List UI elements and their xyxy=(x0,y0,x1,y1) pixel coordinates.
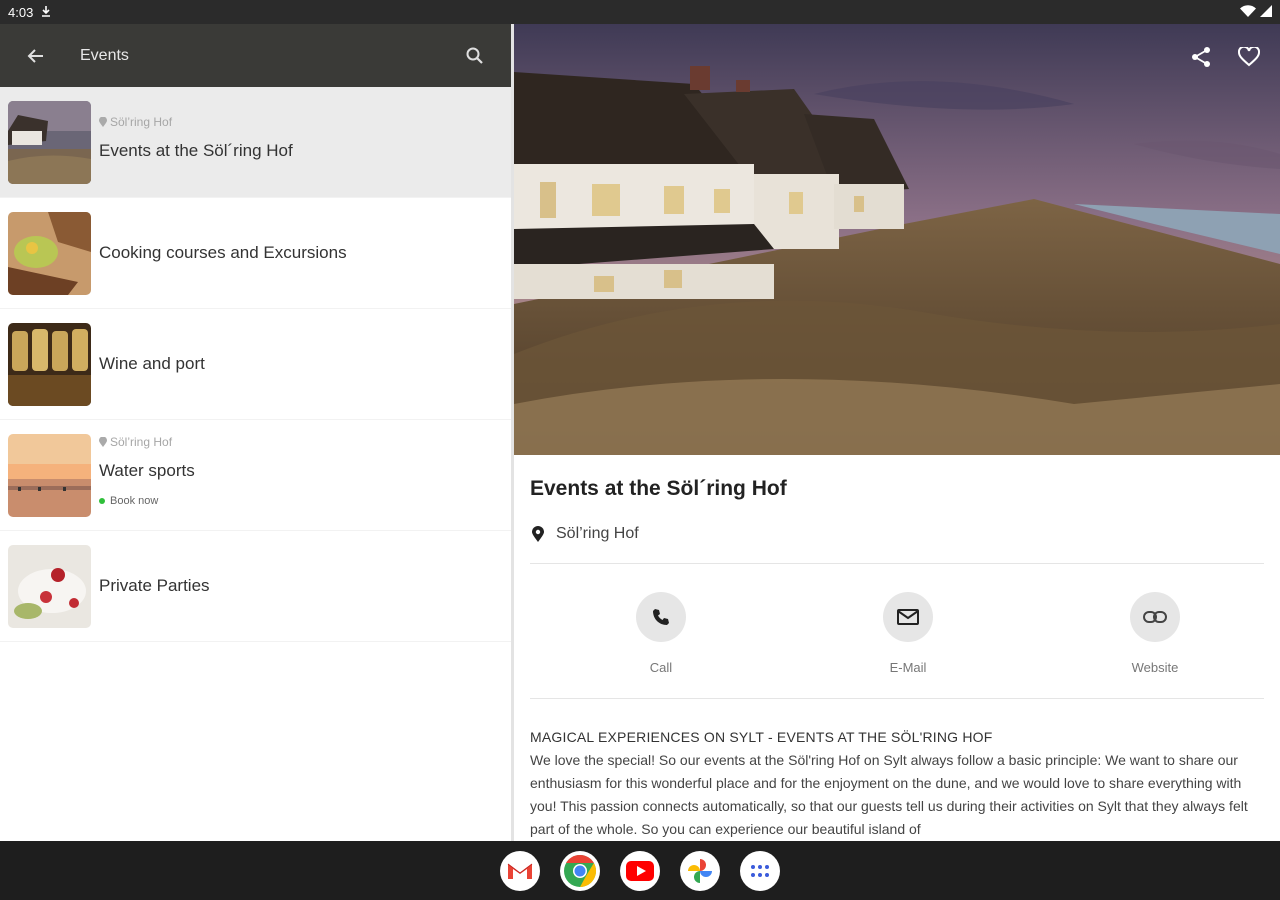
status-time: 4:03 xyxy=(8,4,34,20)
item-title: Cooking courses and Excursions xyxy=(99,243,347,262)
download-icon xyxy=(41,5,51,20)
email-button[interactable]: E-Mail xyxy=(873,592,943,698)
item-location: Söl’ring Hof xyxy=(99,435,195,449)
chrome-icon[interactable] xyxy=(560,850,600,891)
event-detail: Events at the Söl´ring Hof Söl’ring Hof … xyxy=(514,477,1280,841)
photos-icon[interactable] xyxy=(680,850,720,891)
event-thumbnail xyxy=(8,211,91,295)
gmail-icon[interactable] xyxy=(500,850,540,891)
detail-location-label: Söl’ring Hof xyxy=(556,525,639,542)
badge-label: Book now xyxy=(110,495,159,507)
event-detail-pane: Events at the Söl´ring Hof Söl’ring Hof … xyxy=(514,24,1280,841)
item-location-label: Söl’ring Hof xyxy=(110,115,173,129)
item-location-label: Söl’ring Hof xyxy=(110,435,173,449)
phone-icon xyxy=(636,592,686,642)
item-title: Events at the Söl´ring Hof xyxy=(99,141,293,160)
call-label: Call xyxy=(649,660,673,675)
events-list: Söl’ring Hof Events at the Söl´ring Hof … xyxy=(0,87,511,642)
detail-title: Events at the Söl´ring Hof xyxy=(530,477,787,500)
call-button[interactable]: Call xyxy=(626,592,696,698)
list-item[interactable]: Cooking courses and Excursions xyxy=(0,198,511,309)
youtube-icon[interactable] xyxy=(620,850,660,891)
mail-icon xyxy=(883,592,933,642)
event-thumbnail xyxy=(8,100,91,184)
detail-location: Söl’ring Hof xyxy=(530,525,1264,543)
contact-actions: Call E-Mail Website xyxy=(530,564,1264,698)
list-item[interactable]: Söl’ring Hof Water sports Book now xyxy=(0,420,511,531)
website-label: Website xyxy=(1131,660,1179,675)
item-title: Water sports xyxy=(99,461,195,480)
item-title: Wine and port xyxy=(99,354,205,373)
app-bar: Events xyxy=(0,24,511,87)
events-list-pane: Events Söl’ring Hof Events at the Söl´ri… xyxy=(0,24,511,841)
list-item[interactable]: Private Parties xyxy=(0,531,511,642)
description-heading: MAGICAL EXPERIENCES ON SYLT - EVENTS AT … xyxy=(530,729,993,745)
status-bar: 4:03 xyxy=(0,0,1280,24)
event-thumbnail xyxy=(8,322,91,406)
status-badge: Book now xyxy=(99,495,195,507)
event-thumbnail xyxy=(8,544,91,628)
item-location: Söl’ring Hof xyxy=(99,115,293,129)
wifi-icon xyxy=(1240,4,1256,20)
hero-image xyxy=(514,24,1280,455)
divider xyxy=(530,698,1264,699)
event-thumbnail xyxy=(8,433,91,517)
website-button[interactable]: Website xyxy=(1120,592,1190,698)
app-drawer-icon[interactable] xyxy=(740,850,780,891)
search-icon[interactable] xyxy=(459,40,491,72)
taskbar-dock xyxy=(0,841,1280,900)
email-label: E-Mail xyxy=(889,660,927,675)
signal-icon xyxy=(1260,4,1272,20)
location-pin-icon xyxy=(99,437,107,447)
heart-icon[interactable] xyxy=(1236,44,1262,70)
location-pin-icon xyxy=(532,526,544,542)
arrow-back-icon[interactable] xyxy=(20,40,52,72)
book-now-dot xyxy=(99,498,105,504)
description-body: We love the special! So our events at th… xyxy=(530,752,1248,837)
link-icon xyxy=(1130,592,1180,642)
page-title: Events xyxy=(80,46,129,64)
list-item[interactable]: Wine and port xyxy=(0,309,511,420)
share-icon[interactable] xyxy=(1188,44,1214,70)
item-title: Private Parties xyxy=(99,576,210,595)
list-item[interactable]: Söl’ring Hof Events at the Söl´ring Hof xyxy=(0,87,511,198)
location-pin-icon xyxy=(99,117,107,127)
